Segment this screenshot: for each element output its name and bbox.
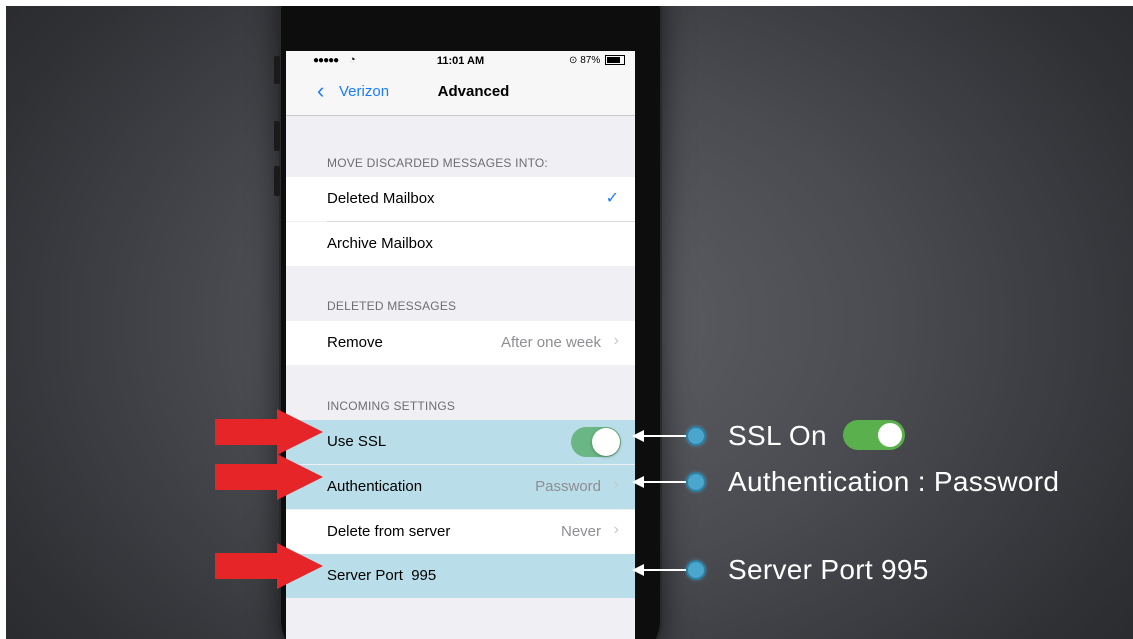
section-header-discard: MOVE DISCARDED MESSAGES INTO: xyxy=(327,156,548,170)
archive-mailbox-label: Archive Mailbox xyxy=(327,235,433,252)
page-title: Advanced xyxy=(437,83,510,100)
use-ssl-label: Use SSL xyxy=(327,433,387,450)
callout-toggle-icon xyxy=(842,419,905,450)
callout-line xyxy=(642,481,692,483)
use-ssl-row: Use SSL xyxy=(286,420,635,464)
lock-rotation-icon: ⊙ xyxy=(569,55,578,66)
server-port-label: Server Port xyxy=(327,567,403,584)
authentication-row[interactable]: Authentication Password › xyxy=(286,465,635,509)
callout-ssl-text: SSL On xyxy=(728,420,827,451)
deleted-mailbox-label: Deleted Mailbox xyxy=(327,190,435,207)
phone-volume-down xyxy=(274,166,280,196)
battery-percent: 87% xyxy=(580,55,601,66)
delete-from-server-label: Delete from server xyxy=(327,523,451,540)
section-header-incoming: INCOMING SETTINGS xyxy=(327,399,456,413)
server-port-field[interactable]: Server Port 995 xyxy=(327,567,436,584)
callout-dot xyxy=(688,562,704,578)
status-bar: ●●●●● ◔ 11:01 AM ⊙ 87% xyxy=(286,51,635,71)
archive-mailbox-row[interactable]: Archive Mailbox xyxy=(286,222,635,266)
callout-dot xyxy=(688,474,704,490)
navigation-bar: ‹ Verizon Advanced xyxy=(286,71,635,116)
presentation-slide: ●●●●● ◔ 11:01 AM ⊙ 87% ‹ Verizon Advance… xyxy=(6,6,1133,639)
remove-value: After one week xyxy=(500,334,601,351)
toggle-knob xyxy=(592,428,620,456)
callout-line xyxy=(642,569,692,571)
section-header-deleted: DELETED MESSAGES xyxy=(327,299,457,313)
callout-dot xyxy=(688,428,704,444)
chevron-right-icon: › xyxy=(613,332,619,349)
checkmark-icon: ✓ xyxy=(605,190,619,207)
red-arrow-server-port xyxy=(215,543,323,589)
callout-server-port: Server Port 995 xyxy=(728,554,929,585)
battery-indicator: ⊙ 87% xyxy=(569,55,625,66)
remove-row[interactable]: Remove After one week › xyxy=(286,321,635,365)
delete-from-server-row[interactable]: Delete from server Never › xyxy=(286,510,635,554)
remove-label: Remove xyxy=(327,334,383,351)
phone-volume-up xyxy=(274,121,280,151)
callout-ssl: SSL On xyxy=(728,419,905,453)
phone-screen: ●●●●● ◔ 11:01 AM ⊙ 87% ‹ Verizon Advance… xyxy=(286,51,635,639)
authentication-value: Password xyxy=(535,478,601,495)
red-arrow-ssl xyxy=(215,409,323,455)
callout-authentication: Authentication : Password xyxy=(728,466,1060,497)
chevron-right-icon: › xyxy=(613,476,619,493)
use-ssl-toggle[interactable] xyxy=(571,427,621,457)
server-port-value: 995 xyxy=(411,567,437,584)
server-port-row: Server Port 995 xyxy=(286,554,635,598)
delete-from-server-value: Never xyxy=(560,523,601,540)
phone-mute-switch xyxy=(274,56,280,84)
callout-line xyxy=(642,435,692,437)
deleted-mailbox-row[interactable]: Deleted Mailbox ✓ xyxy=(286,177,635,221)
authentication-label: Authentication xyxy=(327,478,423,495)
red-arrow-authentication xyxy=(215,454,323,500)
chevron-right-icon: › xyxy=(613,521,619,538)
battery-icon xyxy=(605,55,625,66)
